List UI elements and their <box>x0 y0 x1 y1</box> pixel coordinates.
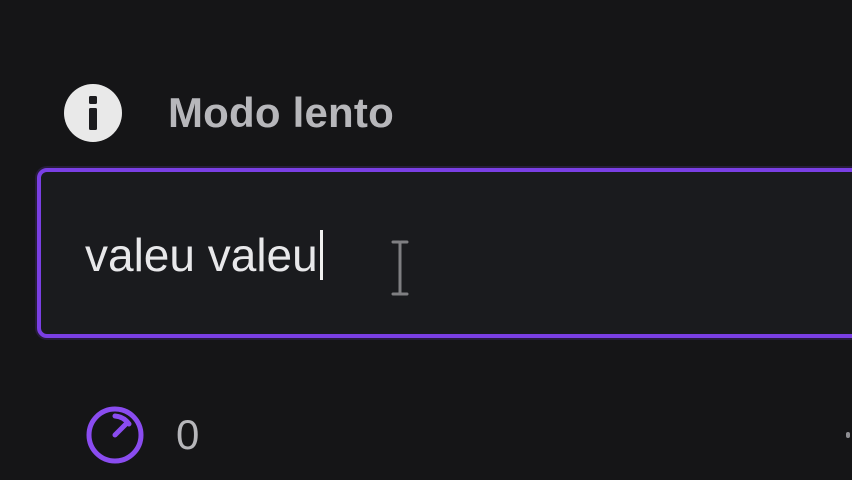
timer-icon <box>86 406 144 464</box>
text-caret <box>319 230 323 280</box>
slow-mode-label: Modo lento <box>168 89 394 136</box>
dot-indicator <box>846 432 850 438</box>
info-icon[interactable] <box>64 84 122 142</box>
chat-input-value[interactable]: valeu valeu <box>85 229 318 281</box>
chat-input[interactable]: valeu valeu <box>37 168 852 338</box>
bits-counter[interactable]: 0 <box>84 404 199 466</box>
chat-input-value-wrapper[interactable]: valeu valeu <box>85 230 323 280</box>
chat-panel: Modo lento valeu valeu 0 <box>0 0 852 480</box>
ibeam-cursor-icon <box>391 240 409 296</box>
bits-count: 0 <box>176 411 200 458</box>
slow-mode-indicator: Modo lento <box>64 84 394 142</box>
